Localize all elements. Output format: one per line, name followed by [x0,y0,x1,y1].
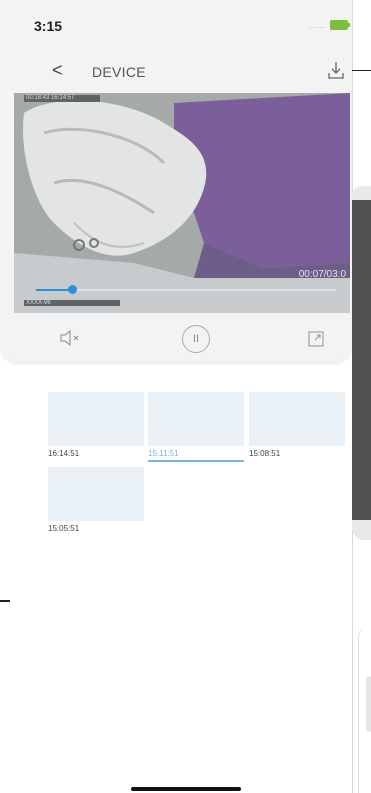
selected-indicator [148,460,244,462]
thumbnail-image [48,392,144,446]
video-player[interactable]: 00:18:43 16:14:57 00:07/03:0 XXXX-96 [14,93,350,313]
page-title: DEVICE [92,64,146,80]
recording-time: 15:05:51 [48,524,80,533]
background-card-image [352,200,371,520]
background-card [352,186,371,540]
recording-thumbnail[interactable]: 15:08:51 [249,392,345,458]
thumbnail-image [249,392,345,446]
thumbnail-image [48,467,144,521]
recording-time: 15:08:51 [249,449,281,458]
osd-device-label: XXXX-96 [24,300,120,306]
back-button[interactable]: < [52,60,63,81]
pause-button[interactable]: II [182,325,210,353]
status-icons: ..... [309,20,350,30]
recording-thumbnail[interactable]: 15:05:51 [48,467,144,533]
playback-time: 00:07/03:0 [298,269,346,280]
device-playback-screen: 3:15 ..... < DEVICE 00:18:43 16:14:57 00… [0,0,353,793]
video-frame [14,93,350,313]
recording-thumbnail[interactable]: 15:11:51 [148,392,244,462]
progress-bar[interactable] [36,285,336,294]
recording-time: 15:11:51 [148,449,179,458]
player-section: 3:15 ..... < DEVICE 00:18:43 16:14:57 00… [0,0,352,362]
thumbnail-image [148,392,244,446]
background-sheet-element [366,676,371,732]
progress-fill [36,289,72,291]
recording-time: 16:14:51 [48,449,80,458]
speaker-muted-icon[interactable] [58,328,82,348]
divider [0,600,10,602]
progress-handle[interactable] [68,285,77,294]
home-indicator [131,787,241,791]
pause-icon: II [192,333,200,345]
osd-timestamp: 00:18:43 16:14:57 [24,95,100,102]
fullscreen-icon[interactable] [307,330,325,348]
battery-icon [330,20,350,30]
download-icon[interactable] [326,60,346,82]
divider [352,70,371,71]
recording-thumbnail[interactable]: 16:14:51 [48,392,144,458]
signal-icon: ..... [309,20,326,30]
status-time: 3:15 [34,18,63,34]
